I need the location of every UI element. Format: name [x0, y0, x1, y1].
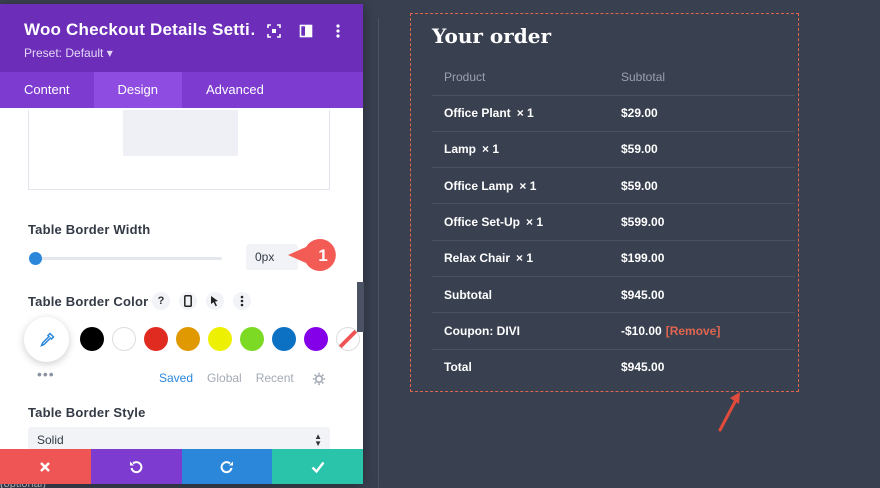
- product-subtotal: $199.00: [609, 240, 795, 277]
- color-swatch[interactable]: [272, 327, 296, 351]
- product-quantity: × 1: [519, 178, 537, 193]
- coupon-amount: -$10.00: [621, 323, 662, 338]
- preset-dropdown[interactable]: Preset: Default ▾: [24, 46, 113, 60]
- color-tab-recent[interactable]: Recent: [256, 371, 294, 385]
- table-row: Office Plant × 1 $29.00: [432, 95, 795, 132]
- border-style-value: Solid: [37, 433, 64, 447]
- cell-right: -$10.00 [Remove]: [609, 312, 795, 350]
- help-icon[interactable]: ?: [152, 292, 170, 310]
- cell-left: Lamp × 1: [432, 131, 609, 169]
- color-tab-saved[interactable]: Saved: [159, 371, 193, 385]
- product-name: Lamp: [444, 142, 477, 157]
- discard-button[interactable]: [0, 449, 91, 484]
- product-name: Office Set-Up: [444, 215, 521, 230]
- product-name: Office Plant: [444, 106, 511, 121]
- tab-design[interactable]: Design: [93, 72, 183, 108]
- undo-button[interactable]: [90, 449, 182, 484]
- hover-cursor-icon[interactable]: [206, 292, 224, 310]
- redo-icon: [220, 460, 233, 473]
- cell-left: Total: [444, 360, 472, 375]
- more-options-icon[interactable]: [329, 22, 347, 40]
- save-button[interactable]: [272, 449, 363, 484]
- border-width-slider-knob[interactable]: [29, 252, 42, 265]
- color-swatch[interactable]: [240, 327, 264, 351]
- table-row: Office Set-Up × 1 $599.00: [432, 203, 795, 241]
- panel-header: Woo Checkout Details Setti… Preset: Defa…: [0, 4, 363, 72]
- table-row: Relax Chair × 1 $199.00: [432, 240, 795, 277]
- order-table: Product Subtotal Office Plant × 1 $29.00 La…: [432, 60, 795, 385]
- panel-resize-handle[interactable]: [357, 282, 364, 332]
- border-width-label: Table Border Width: [28, 222, 151, 237]
- product-quantity: × 1: [526, 215, 544, 230]
- color-swatch[interactable]: [304, 327, 328, 351]
- cell-left: Coupon: DIVI: [432, 312, 609, 350]
- tab-content[interactable]: Content: [0, 72, 94, 108]
- select-arrows-icon: ▲ ▼: [314, 432, 322, 448]
- cell-left: Office Plant × 1: [432, 95, 609, 132]
- subtotal-row: Subtotal $945.00: [432, 276, 795, 314]
- color-swatch[interactable]: [112, 327, 136, 351]
- product-subtotal: $59.00: [609, 131, 795, 169]
- product-subtotal: $29.00: [609, 95, 795, 132]
- coupon-row: Coupon: DIVI -$10.00 [Remove]: [432, 312, 795, 350]
- product-name: Relax Chair: [444, 251, 511, 266]
- panel-title: Woo Checkout Details Setti…: [24, 20, 254, 39]
- border-color-label: Table Border Color: [28, 294, 149, 309]
- border-style-label: Table Border Style: [28, 405, 146, 420]
- color-swatch[interactable]: [208, 327, 232, 351]
- fullscreen-icon[interactable]: [265, 22, 283, 40]
- product-quantity: × 1: [482, 142, 500, 157]
- product-quantity: × 1: [516, 106, 534, 121]
- gear-icon[interactable]: [312, 372, 326, 386]
- cell-right: $945.00: [609, 276, 795, 314]
- border-width-slider-track[interactable]: [34, 257, 222, 260]
- eyedropper-button[interactable]: [24, 317, 69, 362]
- eyedropper-icon: [39, 331, 55, 347]
- column-divider: [378, 18, 379, 488]
- close-icon: [40, 461, 51, 472]
- product-subtotal: $59.00: [609, 167, 795, 205]
- order-title: Your order: [432, 24, 552, 48]
- order-module[interactable]: Your order Product Subtotal Office Plant…: [410, 13, 799, 392]
- cell-left: Office Set-Up × 1: [432, 203, 609, 241]
- step-callout: 1: [288, 239, 336, 271]
- tab-advanced[interactable]: Advanced: [182, 72, 288, 108]
- table-row: Lamp × 1 $59.00: [432, 131, 795, 169]
- more-vertical-icon[interactable]: [233, 292, 251, 310]
- cell-right: $945.00: [621, 360, 665, 375]
- column-header-product: Product: [432, 60, 609, 96]
- more-colors-icon[interactable]: •••: [37, 366, 55, 382]
- color-swatch[interactable]: [176, 327, 200, 351]
- cell-left: Office Lamp × 1: [432, 167, 609, 205]
- color-tab-global[interactable]: Global: [207, 371, 242, 385]
- pointer-arrow-icon: [718, 392, 740, 432]
- border-preview-inner: [123, 110, 238, 156]
- color-swatch[interactable]: [144, 327, 168, 351]
- mobile-icon[interactable]: [179, 292, 197, 310]
- total-row: Total $945.00: [432, 349, 795, 385]
- panel-footer: [0, 449, 363, 484]
- coupon-remove-link[interactable]: [Remove]: [666, 324, 721, 338]
- color-swatch[interactable]: [80, 327, 104, 351]
- product-quantity: × 1: [516, 251, 534, 266]
- cell-left: Relax Chair × 1: [432, 240, 609, 277]
- split-view-icon[interactable]: [297, 22, 315, 40]
- column-header-subtotal: Subtotal: [609, 60, 795, 96]
- product-subtotal: $599.00: [609, 203, 795, 241]
- undo-icon: [130, 460, 143, 473]
- table-row: Office Lamp × 1 $59.00: [432, 167, 795, 205]
- product-name: Office Lamp: [444, 178, 514, 193]
- check-icon: [311, 461, 325, 473]
- panel-tabs: Content Design Advanced: [0, 72, 363, 108]
- redo-button[interactable]: [181, 449, 273, 484]
- callout-number: 1: [318, 246, 327, 265]
- cell-left: Subtotal: [432, 276, 609, 314]
- border-preview-box: [28, 110, 330, 190]
